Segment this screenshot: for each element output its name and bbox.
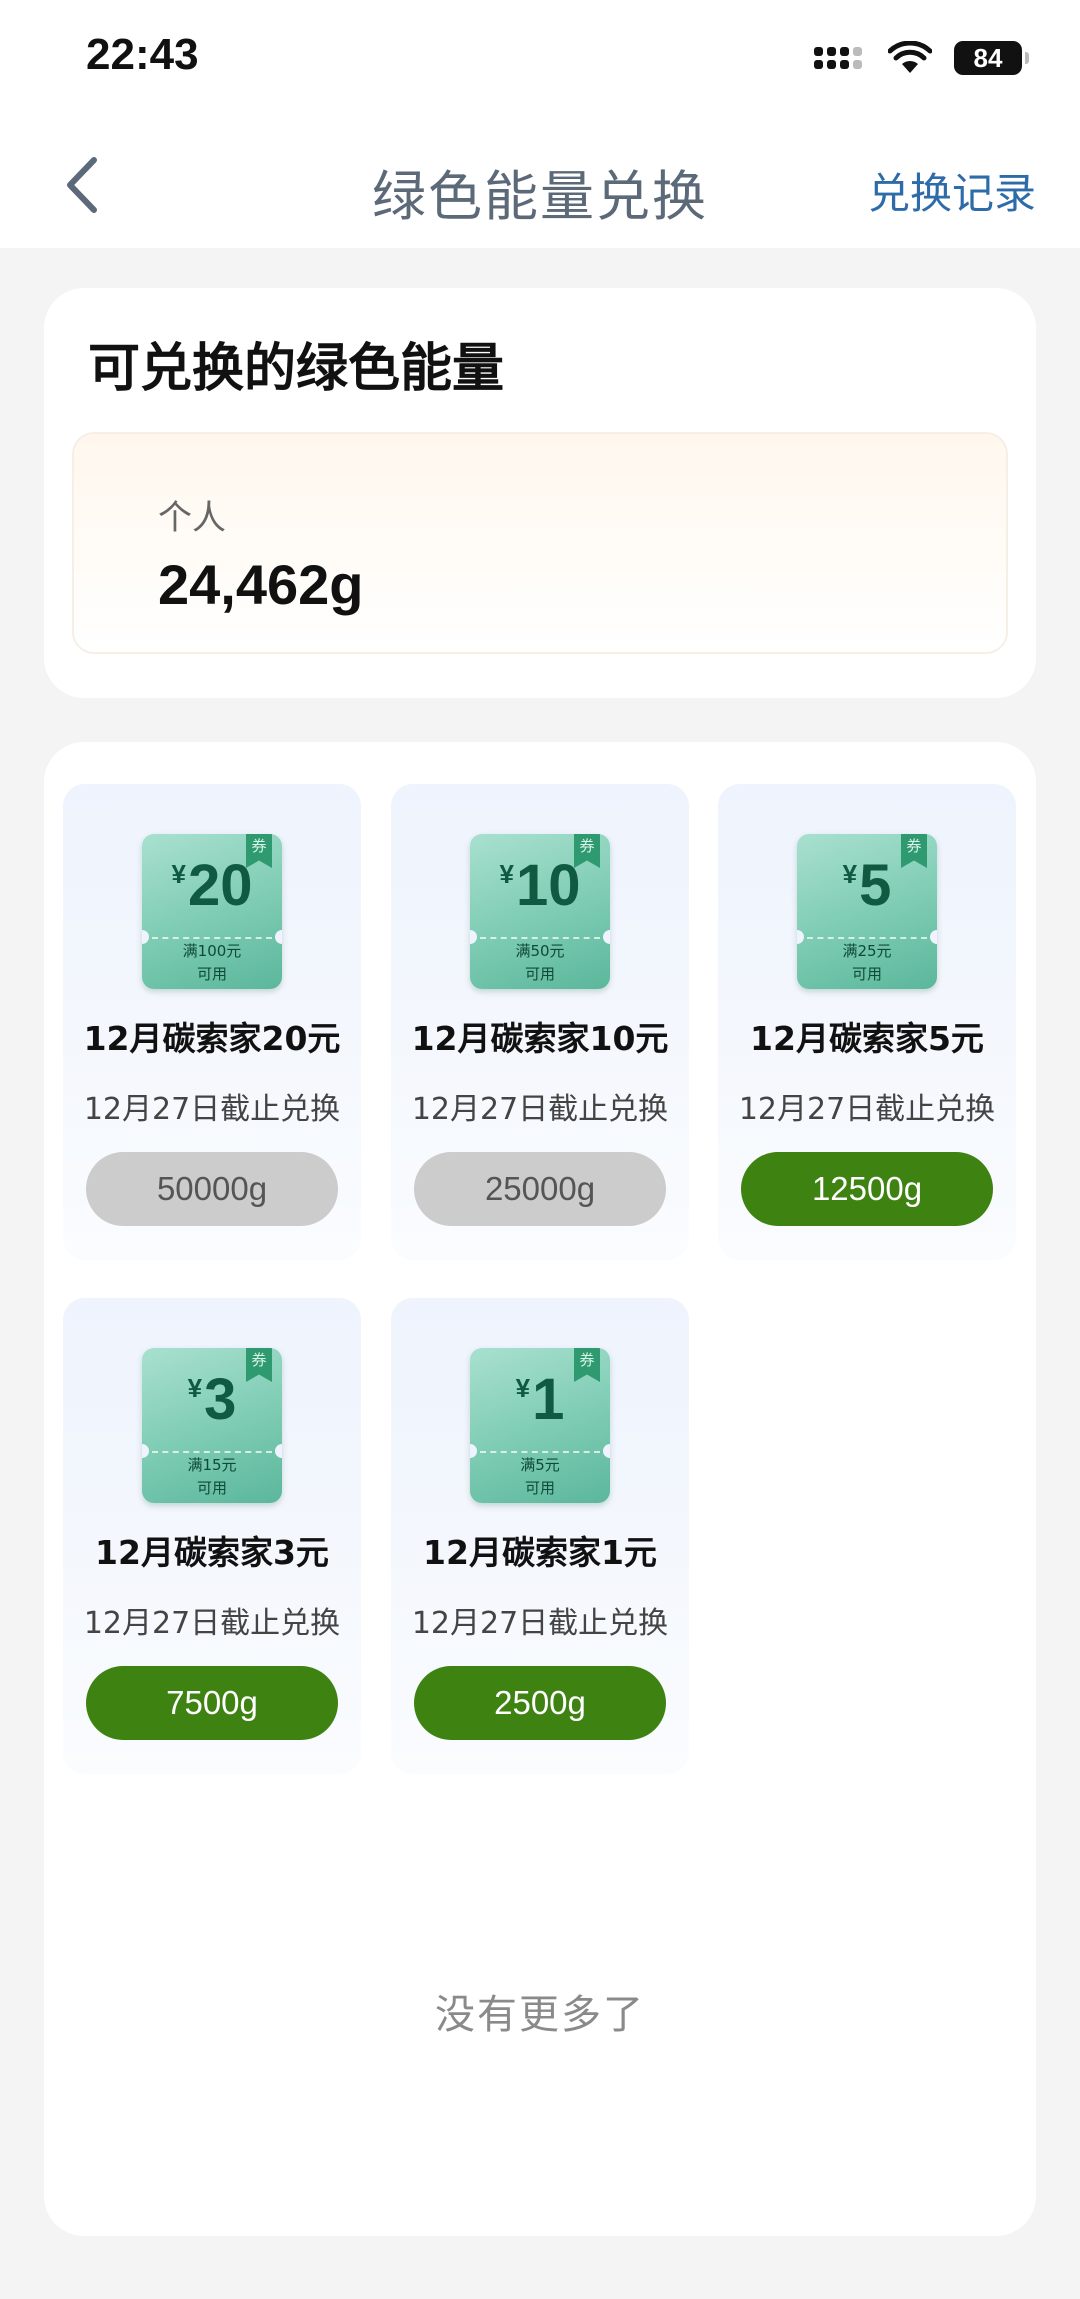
coupon-yen: ¥ xyxy=(842,859,858,889)
coupon-ticket-icon: 券 ¥20 满100元 可用 xyxy=(142,834,282,989)
status-icons: 84 xyxy=(814,38,1029,78)
coupon-ticket-icon: 券 ¥5 满25元 可用 xyxy=(797,834,937,989)
energy-value: 24,462g xyxy=(158,553,364,616)
no-more-text: 没有更多了 xyxy=(435,1992,645,2038)
exchange-button[interactable]: 50000g xyxy=(86,1152,338,1226)
signal-icon xyxy=(814,47,862,69)
exchange-history-link[interactable]: 兑换记录 xyxy=(868,160,1036,221)
battery-level: 84 xyxy=(973,43,1003,73)
coupon-condition: 满15元 xyxy=(187,1456,237,1474)
status-time: 22:43 xyxy=(86,30,199,79)
coupon-condition: 满50元 xyxy=(515,942,565,960)
coupon-ticket-icon: 券 ¥10 满50元 可用 xyxy=(470,834,610,989)
coupon-ticket-icon: 券 ¥1 满5元 可用 xyxy=(470,1348,610,1503)
coupon-name: 12月碳索家10元 xyxy=(411,1019,669,1058)
coupon-ticket-icon: 券 ¥3 满15元 可用 xyxy=(142,1348,282,1503)
energy-title: 可兑换的绿色能量 xyxy=(88,339,505,399)
coupon-amount: 20 xyxy=(187,853,253,918)
coupon-amount: 5 xyxy=(859,853,892,918)
coupon-name: 12月碳索家3元 xyxy=(95,1533,329,1572)
coupon-amount: 10 xyxy=(515,853,581,918)
exchange-button[interactable]: 12500g xyxy=(741,1152,993,1226)
coupon-usable: 可用 xyxy=(851,965,882,983)
coupon-condition: 满25元 xyxy=(842,942,892,960)
coupon-yen: ¥ xyxy=(187,1373,203,1403)
coupon-yen: ¥ xyxy=(499,859,514,889)
energy-card: 可兑换的绿色能量 个人 24,462g xyxy=(44,288,1036,698)
coupon-usable: 可用 xyxy=(196,1479,227,1497)
coupon-name: 12月碳索家20元 xyxy=(83,1019,341,1058)
nav-bar: 绿色能量兑换 兑换记录 xyxy=(0,120,1080,248)
coupon-condition: 满100元 xyxy=(182,942,242,960)
coupon-yen: ¥ xyxy=(171,859,186,889)
coupon-card[interactable]: 券 ¥3 满15元 可用 12月碳索家3元 12月27日截止兑换 7500g xyxy=(63,1298,361,1774)
coupon-name: 12月碳索家1元 xyxy=(423,1533,657,1572)
exchange-button[interactable]: 7500g xyxy=(86,1666,338,1740)
coupon-deadline: 12月27日截止兑换 xyxy=(411,1092,669,1127)
wifi-icon xyxy=(888,41,932,73)
coupon-yen: ¥ xyxy=(515,1373,531,1403)
coupon-amount: 3 xyxy=(204,1367,237,1432)
coupon-deadline: 12月27日截止兑换 xyxy=(411,1606,669,1641)
exchange-button[interactable]: 2500g xyxy=(414,1666,666,1740)
energy-label: 个人 xyxy=(158,498,226,538)
coupon-card[interactable]: 券 ¥10 满50元 可用 12月碳索家10元 12月27日截止兑换 25000g xyxy=(391,784,689,1260)
coupon-usable: 可用 xyxy=(524,1479,555,1497)
coupon-amount: 1 xyxy=(532,1367,565,1432)
coupon-card[interactable]: 券 ¥1 满5元 可用 12月碳索家1元 12月27日截止兑换 2500g xyxy=(391,1298,689,1774)
energy-box: 个人 24,462g xyxy=(72,432,1008,654)
coupon-deadline: 12月27日截止兑换 xyxy=(738,1092,996,1127)
coupon-card[interactable]: 券 ¥20 满100元 可用 12月碳索家20元 12月27日截止兑换 50000… xyxy=(63,784,361,1260)
coupon-deadline: 12月27日截止兑换 xyxy=(83,1606,341,1641)
exchange-button[interactable]: 25000g xyxy=(414,1152,666,1226)
status-bar: 22:43 84 xyxy=(0,0,1080,120)
coupon-name: 12月碳索家5元 xyxy=(750,1019,984,1058)
coupon-deadline: 12月27日截止兑换 xyxy=(83,1092,341,1127)
coupon-usable: 可用 xyxy=(196,965,227,983)
coupon-condition: 满5元 xyxy=(520,1456,560,1474)
coupon-usable: 可用 xyxy=(524,965,555,983)
coupon-panel: 券 ¥20 满100元 可用 12月碳索家20元 12月27日截止兑换 50000… xyxy=(44,742,1036,2236)
battery-icon: 84 xyxy=(954,41,1029,75)
coupon-card[interactable]: 券 ¥5 满25元 可用 12月碳索家5元 12月27日截止兑换 12500g xyxy=(718,784,1016,1260)
